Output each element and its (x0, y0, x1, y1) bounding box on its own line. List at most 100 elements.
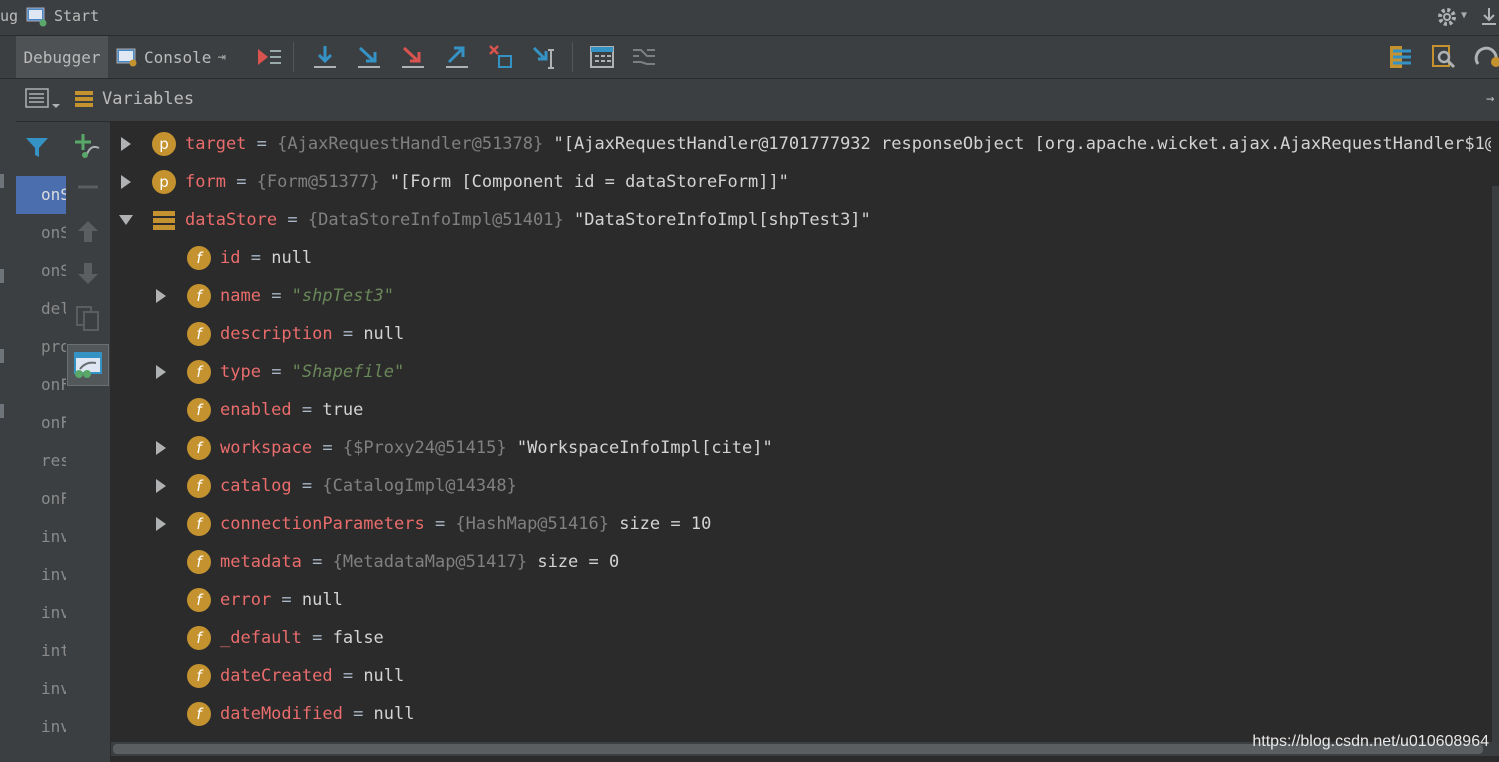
download-icon[interactable] (1479, 5, 1499, 29)
frame-item[interactable]: inv (16, 518, 66, 556)
tree-row[interactable]: p target = {AjaxRequestHandler@51378} "[A… (111, 125, 1491, 163)
frame-item[interactable]: inv (16, 594, 66, 632)
filter-icon[interactable] (24, 134, 50, 160)
object-reference: {HashMap@51416} (455, 514, 609, 534)
object-reference: {CatalogImpl@14348} (322, 476, 517, 496)
variable-name: description (220, 324, 333, 344)
step-into-icon[interactable] (354, 42, 384, 72)
variable-name: type (220, 362, 261, 382)
gear-icon[interactable] (1435, 5, 1459, 29)
frame-item[interactable]: onS (16, 176, 66, 214)
frame-item[interactable]: inv (16, 556, 66, 594)
force-step-into-icon[interactable] (398, 42, 428, 72)
start-icon[interactable] (25, 5, 47, 27)
field-icon: f (187, 550, 211, 574)
frame-item[interactable]: onS (16, 214, 66, 252)
equals-sign: = (291, 476, 323, 496)
field-icon: f (187, 322, 211, 346)
step-out-icon[interactable] (442, 42, 472, 72)
field-icon: f (187, 474, 211, 498)
variables-side-toolbar (66, 122, 111, 762)
field-icon: f (187, 436, 211, 460)
collapsed-arrow-icon[interactable] (153, 364, 169, 380)
collapsed-arrow-icon[interactable] (153, 516, 169, 532)
collapsed-arrow-icon[interactable] (153, 440, 169, 456)
variables-tree: p target = {AjaxRequestHandler@51378} "[A… (111, 122, 1491, 742)
tree-row[interactable]: f _default = false (111, 619, 1491, 657)
equals-sign: = (225, 172, 257, 192)
frame-item[interactable]: inv (16, 670, 66, 708)
variable-name: target (185, 134, 247, 154)
tree-row[interactable]: f description = null (111, 315, 1491, 353)
variable-name: metadata (220, 552, 302, 572)
collapsed-arrow-icon[interactable] (153, 478, 169, 494)
show-watches-toggle[interactable] (67, 344, 109, 386)
tree-row[interactable]: f error = null (111, 581, 1491, 619)
expanded-arrow-icon[interactable] (118, 212, 134, 228)
drop-frame-icon[interactable] (486, 42, 516, 72)
clipped-menu-label[interactable]: ug (0, 7, 18, 25)
object-reference: {$Proxy24@51415} (342, 438, 507, 458)
move-down-icon[interactable] (73, 259, 103, 289)
tab-debugger-label: Debugger (23, 47, 101, 67)
tree-row[interactable]: f id = null (111, 239, 1491, 277)
frame-item[interactable]: pro (16, 328, 66, 366)
step-over-icon[interactable] (310, 42, 340, 72)
tree-row[interactable]: dataStore = {DataStoreInfoImpl@51401} "D… (111, 201, 1491, 239)
tree-row[interactable]: p form = {Form@51377} "[Form [Component i… (111, 163, 1491, 201)
vertical-scrollbar[interactable] (1492, 186, 1499, 742)
frame-item[interactable]: inv (16, 708, 66, 746)
variable-value: null (301, 590, 343, 610)
equals-sign: = (291, 400, 323, 420)
tree-row[interactable]: f enabled = true (111, 391, 1491, 429)
evaluate-expression-icon[interactable] (587, 42, 617, 72)
tree-row[interactable]: f type = "Shapefile" (111, 353, 1491, 391)
variable-value: "Shapefile" (291, 362, 405, 382)
frame-item[interactable]: int (16, 632, 66, 670)
tab-debugger[interactable]: Debugger (16, 36, 108, 78)
tree-row[interactable]: f metadata = {MetadataMap@51417} size = 0 (111, 543, 1491, 581)
frame-item[interactable]: del (16, 290, 66, 328)
tab-console[interactable]: Console ⇥ (116, 36, 248, 78)
remove-watch-icon[interactable] (73, 172, 103, 202)
equals-sign: = (342, 704, 374, 724)
tree-row[interactable]: f workspace = {$Proxy24@51415} "Workspace… (111, 429, 1491, 467)
frame-item[interactable]: onF (16, 404, 66, 442)
collapsed-arrow-icon[interactable] (153, 288, 169, 304)
memory-view-icon[interactable] (1428, 42, 1458, 72)
frame-item[interactable]: res (16, 442, 66, 480)
tree-row[interactable]: f dateModified = null (111, 695, 1491, 733)
variable-name: form (185, 172, 226, 192)
new-watch-icon[interactable] (73, 130, 103, 160)
tree-row[interactable]: f dateCreated = null (111, 657, 1491, 695)
frame-item[interactable]: onF (16, 366, 66, 404)
frames-panel: onS onS onS del pro onF onF res onF inv inv inv int i… (16, 122, 66, 762)
show-execution-point-icon[interactable] (254, 42, 284, 72)
frame-item[interactable]: onS (16, 252, 66, 290)
equals-sign: = (332, 324, 364, 344)
move-up-icon[interactable] (73, 216, 103, 246)
tree-row[interactable]: f catalog = {CatalogImpl@14348} (111, 467, 1491, 505)
refresh-icon[interactable] (1472, 42, 1499, 72)
variable-value: "[AjaxRequestHandler@1701777932 response… (553, 134, 1492, 154)
start-label[interactable]: Start (54, 7, 99, 25)
toolbar-separator (293, 42, 294, 72)
variable-name: connectionParameters (220, 514, 425, 534)
frame-item[interactable]: onF (16, 480, 66, 518)
trace-stream-icon[interactable] (629, 42, 659, 72)
copy-icon[interactable] (73, 303, 103, 333)
chevron-down-icon[interactable]: ▼ (1461, 10, 1467, 21)
restore-layout-icon[interactable] (1385, 42, 1415, 72)
console-pin-icon[interactable]: ⇥ (217, 49, 225, 65)
tree-row[interactable]: f name = "shpTest3" (111, 277, 1491, 315)
panel-pin-icon[interactable]: → (1486, 91, 1494, 107)
tree-row[interactable]: f connectionParameters = {HashMap@51416} … (111, 505, 1491, 543)
variable-value: "WorkspaceInfoImpl[cite]" (516, 438, 773, 458)
run-to-cursor-icon[interactable] (530, 42, 560, 72)
frames-toggle-icon[interactable] (24, 86, 60, 112)
collapsed-arrow-icon[interactable] (118, 174, 134, 190)
gutter-mark (0, 174, 4, 188)
parameter-icon: p (152, 132, 176, 156)
collapsed-arrow-icon[interactable] (118, 136, 134, 152)
equals-sign: = (277, 210, 308, 230)
